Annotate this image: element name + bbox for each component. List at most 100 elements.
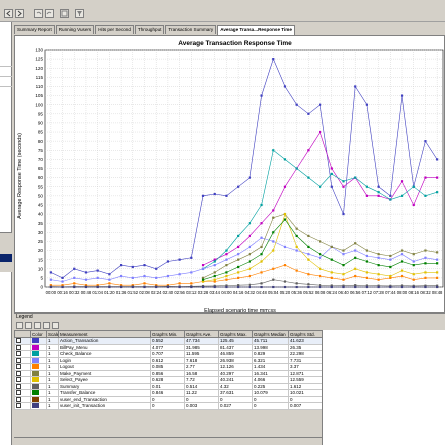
data-point[interactable] <box>342 285 345 289</box>
data-point[interactable] <box>365 260 369 263</box>
data-point[interactable] <box>342 180 345 183</box>
data-point[interactable] <box>295 285 298 289</box>
col-measurement[interactable]: Measurement <box>58 330 151 338</box>
data-point[interactable] <box>400 269 404 272</box>
data-point[interactable] <box>248 245 251 248</box>
data-point[interactable] <box>365 276 369 279</box>
data-point[interactable] <box>201 267 205 270</box>
configure-icon[interactable] <box>34 321 41 329</box>
data-point[interactable] <box>237 285 240 289</box>
data-point[interactable] <box>119 285 123 289</box>
data-point[interactable] <box>424 256 427 259</box>
data-point[interactable] <box>318 256 322 259</box>
data-point[interactable] <box>342 249 345 252</box>
selected-property-row[interactable] <box>0 254 12 262</box>
data-point[interactable] <box>295 282 298 285</box>
data-point[interactable] <box>248 176 251 179</box>
data-point[interactable] <box>318 185 322 188</box>
data-point[interactable] <box>389 198 392 201</box>
data-point[interactable] <box>272 249 275 252</box>
data-point[interactable] <box>330 271 333 274</box>
sort-icon[interactable] <box>43 321 50 329</box>
data-point[interactable] <box>377 253 380 256</box>
data-point[interactable] <box>424 194 427 197</box>
data-point[interactable] <box>248 267 251 270</box>
col-scale[interactable]: Scale <box>46 330 59 338</box>
data-point[interactable] <box>225 271 228 274</box>
data-point[interactable] <box>283 218 287 221</box>
data-point[interactable] <box>307 234 310 238</box>
data-point[interactable] <box>412 260 415 263</box>
data-point[interactable] <box>307 273 310 276</box>
col-std[interactable]: Graph's Std. <box>288 330 323 338</box>
data-point[interactable] <box>318 130 322 134</box>
data-point[interactable] <box>201 285 205 289</box>
data-point[interactable] <box>412 278 415 281</box>
data-point[interactable] <box>365 185 369 188</box>
data-point[interactable] <box>354 242 357 245</box>
data-point[interactable] <box>108 273 111 276</box>
data-point[interactable] <box>400 260 404 263</box>
tab-throughput[interactable]: Throughput <box>134 25 165 34</box>
filter-icon[interactable] <box>75 9 84 18</box>
data-point[interactable] <box>295 227 298 230</box>
data-point[interactable] <box>424 262 427 265</box>
data-point[interactable] <box>354 285 357 289</box>
data-point[interactable] <box>342 278 345 281</box>
data-point[interactable] <box>237 245 240 248</box>
data-point[interactable] <box>400 94 404 97</box>
data-point[interactable] <box>131 285 134 289</box>
data-point[interactable] <box>201 194 205 197</box>
data-point[interactable] <box>225 285 228 289</box>
data-point[interactable] <box>318 285 322 289</box>
data-point[interactable] <box>260 282 263 285</box>
data-point[interactable] <box>436 276 439 279</box>
redo-icon[interactable] <box>45 9 54 18</box>
data-point[interactable] <box>342 185 345 188</box>
data-point[interactable] <box>354 256 357 259</box>
data-point[interactable] <box>283 158 287 161</box>
data-point[interactable] <box>424 271 427 274</box>
properties-icon[interactable] <box>60 9 69 18</box>
data-point[interactable] <box>436 158 439 161</box>
data-point[interactable] <box>190 285 193 289</box>
data-point[interactable] <box>155 285 158 289</box>
data-point[interactable] <box>108 282 111 285</box>
visibility-checkbox[interactable] <box>16 396 21 402</box>
data-point[interactable] <box>272 231 275 234</box>
data-point[interactable] <box>260 260 263 263</box>
data-point[interactable] <box>213 260 216 263</box>
data-point[interactable] <box>330 172 333 176</box>
data-point[interactable] <box>365 285 369 289</box>
data-point[interactable] <box>166 285 170 289</box>
col-color[interactable]: Color <box>30 330 47 338</box>
data-point[interactable] <box>354 274 357 278</box>
data-point[interactable] <box>412 253 415 256</box>
back-icon[interactable] <box>4 9 13 18</box>
data-point[interactable] <box>330 167 333 170</box>
data-point[interactable] <box>131 265 134 269</box>
data-point[interactable] <box>318 253 322 256</box>
data-point[interactable] <box>283 280 287 283</box>
data-point[interactable] <box>225 249 228 252</box>
data-point[interactable] <box>248 274 251 278</box>
data-point[interactable] <box>295 269 298 272</box>
data-point[interactable] <box>178 258 181 261</box>
data-point[interactable] <box>412 185 415 188</box>
data-point[interactable] <box>295 103 298 106</box>
visibility-checkbox[interactable] <box>16 344 21 350</box>
data-point[interactable] <box>436 271 439 274</box>
data-point[interactable] <box>213 271 216 274</box>
data-point[interactable] <box>213 274 216 278</box>
data-point[interactable] <box>49 285 52 289</box>
data-point[interactable] <box>307 253 310 256</box>
data-point[interactable] <box>84 285 88 289</box>
data-point[interactable] <box>389 258 392 261</box>
data-point[interactable] <box>295 234 298 238</box>
data-point[interactable] <box>377 285 380 289</box>
data-point[interactable] <box>201 264 205 267</box>
data-point[interactable] <box>272 278 275 281</box>
data-point[interactable] <box>318 240 322 243</box>
data-point[interactable] <box>108 285 111 289</box>
data-point[interactable] <box>96 276 99 279</box>
